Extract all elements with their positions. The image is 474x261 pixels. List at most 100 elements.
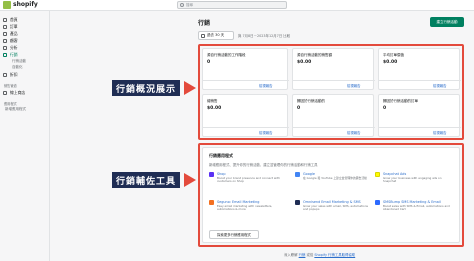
app-description: Grow your business with engaging ads on … — [383, 176, 442, 184]
tools-description: 新增應用程式、提升你的行銷活動、建立並管理你的行銷活動和行銷工具 — [209, 163, 318, 167]
metric-value: 0 — [207, 60, 211, 65]
marketing-apps-card: 行銷應用程式 新增應用程式、提升你的行銷活動、建立並管理你的行銷活動和行銷工具 … — [202, 147, 460, 243]
metric-label: 歸因於行銷活動的 — [297, 99, 325, 103]
omnisend-app-icon — [295, 200, 300, 205]
metric-card: 歸因於行銷活動的訂單 0 檢視報告 — [378, 94, 461, 137]
sidebar-item-products[interactable]: 產品 — [3, 31, 18, 37]
app-description: Boost your brand presence and connect wi… — [217, 176, 280, 184]
view-report-link[interactable]: 檢視報告 — [347, 130, 361, 135]
search-input[interactable]: 搜尋 — [177, 1, 287, 9]
sidebar-item-label: 訂單 — [10, 24, 18, 29]
analytics-icon — [3, 46, 7, 50]
smsbump-app-icon — [375, 200, 380, 205]
metric-label: 源自行銷活動的工作階段 — [207, 53, 246, 57]
app-description: Grow your sales with email, SMS, automat… — [303, 204, 368, 212]
date-range-label: 過去 30 天 — [207, 33, 225, 37]
callout-overview: 行銷概況展示 — [112, 80, 180, 96]
brand-name: shopify — [13, 1, 38, 8]
footer-help: 深入瞭解 行銷 或從 Shopify 行銷工具取得協助 — [284, 252, 355, 257]
snapchat-app-icon — [375, 172, 380, 177]
sidebar-item-label: 行銷 — [10, 52, 18, 57]
app-snapchat-ads[interactable]: Snapchat Ads Grow your business with eng… — [375, 172, 457, 192]
create-campaign-button[interactable]: 建立行銷活動 — [430, 17, 464, 27]
arrow-right-icon — [184, 173, 196, 187]
sidebar-subitem-campaigns[interactable]: 行銷活動 — [12, 59, 26, 64]
metric-card: 平均訂單價值 $0.00 檢視報告 — [378, 48, 461, 90]
view-report-link[interactable]: 檢視報告 — [433, 83, 447, 88]
calendar-icon — [201, 33, 205, 38]
search-icon — [180, 3, 184, 7]
metric-value: $0.00 — [297, 60, 312, 65]
google-app-icon — [295, 172, 300, 177]
search-placeholder: 搜尋 — [186, 2, 193, 7]
metric-label: 源自行銷活動的銷售額 — [297, 53, 332, 57]
shopify-bag-icon — [3, 1, 11, 9]
sidebar-item-orders[interactable]: 訂單 — [3, 24, 18, 30]
section-heading-channels: 銷售管道 — [4, 84, 17, 88]
sidebar-item-discounts[interactable]: 折扣 — [3, 72, 18, 78]
metric-value: 0 — [383, 106, 387, 111]
date-range-picker[interactable]: 過去 30 天 — [198, 31, 234, 40]
sidebar-subitem-automations[interactable]: 自動化 — [12, 65, 23, 70]
footer-prefix: 深入瞭解 — [284, 253, 298, 257]
sidebar-item-online-store[interactable]: 線上商店 — [3, 90, 25, 96]
view-report-link[interactable]: 檢視報告 — [259, 130, 273, 135]
sidebar-item-label: 分析 — [10, 45, 18, 50]
app-omnisend[interactable]: Omnisend Email Marketing & SMS Grow your… — [295, 200, 377, 220]
app-description: Easy email marketing with newsletters, a… — [217, 204, 273, 212]
metric-card: 源自行銷活動的銷售額 $0.00 檢視報告 — [292, 48, 375, 90]
products-icon — [3, 32, 7, 36]
view-report-link[interactable]: 檢視報告 — [433, 130, 447, 135]
orders-icon — [3, 25, 7, 29]
divider — [203, 127, 289, 128]
arrow-right-icon — [184, 81, 196, 95]
shopify-logo[interactable]: shopify — [3, 1, 38, 9]
divider — [293, 80, 375, 81]
metric-label: 總銷售 — [207, 99, 218, 103]
app-google[interactable]: Google 在 Google 和 YouTube 上建立並管理你的廣告活動 — [295, 172, 377, 192]
sidebar-item-marketing[interactable]: 行銷 — [3, 52, 18, 58]
metric-value: $0.00 — [207, 106, 222, 111]
metric-label: 歸因於行銷活動的訂單 — [383, 99, 418, 103]
shop-app-icon — [209, 172, 214, 177]
top-bar: shopify 搜尋 — [0, 0, 474, 11]
metric-value: $0.00 — [383, 60, 398, 65]
app-shop[interactable]: Shop Boost your brand presence and conne… — [209, 172, 291, 192]
compare-range-text: 與 7月8日－2023年12月7日 比較 — [238, 34, 291, 38]
metric-card: 歸因於行銷活動的 0 檢視報告 — [292, 94, 375, 137]
sidebar-item-label: 產品 — [10, 31, 18, 36]
section-heading-apps[interactable]: 應用程式 — [4, 101, 17, 106]
sidebar-item-home[interactable]: 首頁 — [3, 17, 18, 23]
add-app-link[interactable]: 新增應用程式 — [5, 107, 26, 112]
store-icon — [3, 91, 7, 95]
app-description: 在 Google 和 YouTube 上建立並管理你的廣告活動 — [303, 176, 367, 180]
callout-tools: 行銷輔佐工具 — [112, 172, 180, 188]
app-seguno[interactable]: Seguno: Email Marketing Easy email marke… — [209, 200, 291, 220]
sidebar-item-label: 首頁 — [10, 17, 18, 22]
sidebar-item-analytics[interactable]: 分析 — [3, 45, 18, 51]
footer-middle: 或從 — [306, 253, 314, 257]
divider — [293, 127, 375, 128]
marketing-icon — [3, 53, 7, 57]
footer-link-marketing[interactable]: 行銷 — [299, 253, 306, 257]
page-title: 行銷 — [198, 20, 211, 27]
view-report-link[interactable]: 檢視報告 — [347, 83, 361, 88]
metric-card: 源自行銷活動的工作階段 0 檢視報告 — [202, 48, 289, 90]
tools-title: 行銷應用程式 — [209, 153, 233, 158]
footer-link-help[interactable]: Shopify 行銷工具取得協助 — [314, 253, 355, 257]
explore-more-apps-button[interactable]: 探索更多行銷應用程式 — [209, 230, 259, 239]
app-smsbump[interactable]: SMSBump SMS Marketing & Email Boost sale… — [375, 200, 457, 220]
sidebar: 首頁 訂單 產品 顧客 分析 行銷 行銷活動 自動化 折扣 銷售管道 線上商店 … — [0, 11, 50, 261]
sidebar-item-label: 線上商店 — [10, 90, 26, 95]
sidebar-item-label: 折扣 — [10, 72, 18, 77]
sidebar-item-label: 顧客 — [10, 38, 18, 43]
sidebar-item-customers[interactable]: 顧客 — [3, 38, 18, 44]
discount-icon — [3, 73, 7, 77]
view-report-link[interactable]: 檢視報告 — [259, 83, 273, 88]
metric-label: 平均訂單價值 — [383, 53, 404, 57]
divider — [203, 80, 289, 81]
app-description: Boost sales with SMS & Email, automation… — [383, 204, 450, 212]
metric-card: 總銷售 $0.00 檢視報告 — [202, 94, 289, 137]
divider — [379, 127, 461, 128]
metric-value: 0 — [297, 106, 301, 111]
